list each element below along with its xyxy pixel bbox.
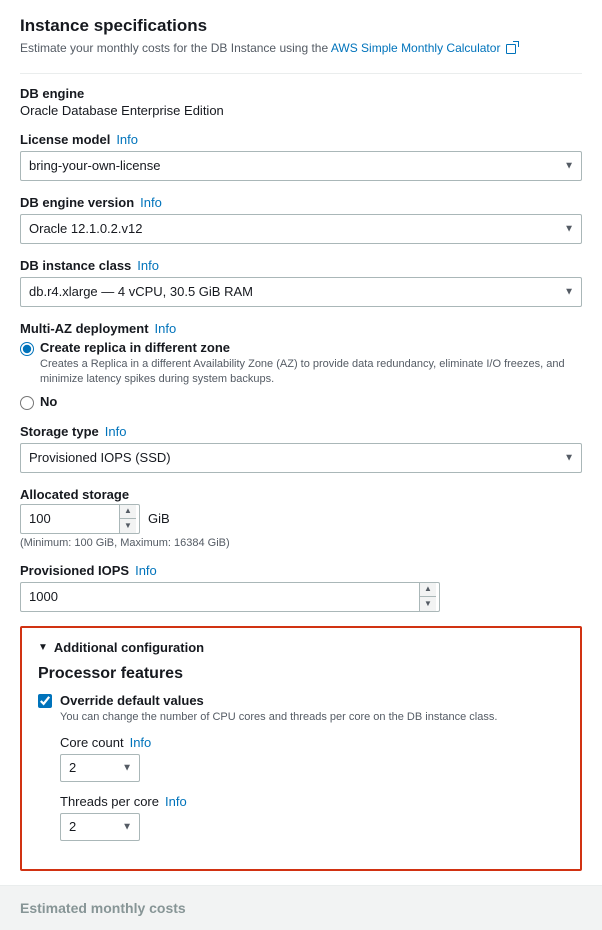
db-engine-label: DB engine	[20, 86, 582, 101]
license-model-label-row: License model Info	[20, 132, 582, 147]
threads-per-core-info[interactable]: Info	[165, 794, 187, 809]
allocated-storage-input[interactable]	[21, 505, 119, 533]
storage-type-select[interactable]: Provisioned IOPS (SSD) General Purpose (…	[20, 443, 582, 473]
override-checkbox-row: Override default values You can change t…	[38, 693, 564, 725]
multi-az-create-replica-label: Create replica in different zone	[40, 340, 582, 355]
storage-type-label: Storage type	[20, 424, 99, 439]
db-engine-version-label: DB engine version	[20, 195, 134, 210]
provisioned-iops-label: Provisioned IOPS	[20, 563, 129, 578]
multi-az-no-content: No	[40, 394, 57, 409]
allocated-storage-unit: GiB	[148, 511, 170, 526]
core-count-select-wrapper: 1 2 4 8 ▼	[60, 754, 140, 782]
page-title: Instance specifications	[20, 16, 582, 36]
db-engine-version-select-wrapper: Oracle 12.1.0.2.v12 Oracle 12.1.0.2.v11 …	[20, 214, 582, 244]
allocated-storage-increment[interactable]: ▲	[120, 505, 136, 519]
core-count-info[interactable]: Info	[130, 735, 152, 750]
multi-az-create-replica-item: Create replica in different zone Creates…	[20, 340, 582, 388]
multi-az-group: Multi-AZ deployment Info Create replica …	[20, 321, 582, 410]
estimated-monthly-section: Estimated monthly costs	[0, 885, 602, 930]
multi-az-no-item: No	[20, 394, 582, 410]
storage-type-label-row: Storage type Info	[20, 424, 582, 439]
multi-az-create-replica-radio[interactable]	[20, 342, 34, 356]
multi-az-no-label: No	[40, 394, 57, 409]
processor-fields: Core count Info 1 2 4 8 ▼	[60, 735, 564, 841]
db-instance-class-select-wrapper: db.r4.xlarge — 4 vCPU, 30.5 GiB RAM ▼	[20, 277, 582, 307]
provisioned-iops-group: Provisioned IOPS Info ▲ ▼	[20, 563, 582, 612]
page-container: Instance specifications Estimate your mo…	[0, 0, 602, 930]
allocated-storage-decrement[interactable]: ▼	[120, 518, 136, 533]
core-count-label-row: Core count Info	[60, 735, 564, 750]
override-checkbox-content: Override default values You can change t…	[60, 693, 497, 725]
section-header: Instance specifications Estimate your mo…	[20, 16, 582, 57]
core-count-label: Core count	[60, 735, 124, 750]
db-instance-class-info[interactable]: Info	[137, 258, 159, 273]
additional-config-header[interactable]: ▼ Additional configuration	[38, 640, 564, 655]
db-engine-version-select[interactable]: Oracle 12.1.0.2.v12 Oracle 12.1.0.2.v11	[20, 214, 582, 244]
storage-type-group: Storage type Info Provisioned IOPS (SSD)…	[20, 424, 582, 473]
provisioned-iops-label-row: Provisioned IOPS Info	[20, 563, 582, 578]
db-engine-value: Oracle Database Enterprise Edition	[20, 103, 582, 118]
db-engine-version-group: DB engine version Info Oracle 12.1.0.2.v…	[20, 195, 582, 244]
collapse-icon: ▼	[38, 642, 48, 653]
override-checkbox[interactable]	[38, 694, 52, 708]
license-model-select[interactable]: bring-your-own-license license-included	[20, 151, 582, 181]
db-engine-version-info[interactable]: Info	[140, 195, 162, 210]
license-model-select-wrapper: bring-your-own-license license-included …	[20, 151, 582, 181]
storage-type-select-wrapper: Provisioned IOPS (SSD) General Purpose (…	[20, 443, 582, 473]
external-link-icon	[506, 44, 516, 54]
provisioned-iops-spinners: ▲ ▼	[419, 583, 436, 611]
page-description: Estimate your monthly costs for the DB I…	[20, 40, 582, 57]
license-model-label: License model	[20, 132, 110, 147]
threads-per-core-label: Threads per core	[60, 794, 159, 809]
override-checkbox-label: Override default values	[60, 693, 497, 708]
estimated-monthly-title: Estimated monthly costs	[20, 900, 582, 916]
threads-per-core-select-wrapper: 1 2 ▼	[60, 813, 140, 841]
core-count-select[interactable]: 1 2 4 8	[60, 754, 140, 782]
allocated-storage-spinners: ▲ ▼	[119, 505, 136, 533]
db-instance-class-label: DB instance class	[20, 258, 131, 273]
multi-az-label: Multi-AZ deployment	[20, 321, 149, 336]
storage-type-info[interactable]: Info	[105, 424, 127, 439]
db-instance-class-group: DB instance class Info db.r4.xlarge — 4 …	[20, 258, 582, 307]
provisioned-iops-decrement[interactable]: ▼	[420, 596, 436, 611]
multi-az-create-replica-desc: Creates a Replica in a different Availab…	[40, 357, 582, 388]
divider-1	[20, 73, 582, 74]
threads-per-core-field: Threads per core Info 1 2 ▼	[60, 794, 564, 841]
multi-az-no-radio[interactable]	[20, 396, 34, 410]
threads-per-core-select[interactable]: 1 2	[60, 813, 140, 841]
calculator-link[interactable]: AWS Simple Monthly Calculator	[331, 41, 516, 55]
db-instance-class-label-row: DB instance class Info	[20, 258, 582, 273]
db-engine-version-label-row: DB engine version Info	[20, 195, 582, 210]
provisioned-iops-increment[interactable]: ▲	[420, 583, 436, 597]
provisioned-iops-info[interactable]: Info	[135, 563, 157, 578]
core-count-field: Core count Info 1 2 4 8 ▼	[60, 735, 564, 782]
main-section: Instance specifications Estimate your mo…	[0, 0, 602, 871]
allocated-storage-hint: (Minimum: 100 GiB, Maximum: 16384 GiB)	[20, 537, 582, 549]
additional-config-section: ▼ Additional configuration Processor fea…	[20, 626, 582, 871]
license-model-group: License model Info bring-your-own-licens…	[20, 132, 582, 181]
override-checkbox-desc: You can change the number of CPU cores a…	[60, 710, 497, 725]
threads-per-core-label-row: Threads per core Info	[60, 794, 564, 809]
provisioned-iops-input[interactable]	[21, 583, 419, 611]
db-engine-group: DB engine Oracle Database Enterprise Edi…	[20, 86, 582, 118]
multi-az-info[interactable]: Info	[155, 321, 177, 336]
allocated-storage-group: Allocated storage ▲ ▼ GiB (Minimum: 100 …	[20, 487, 582, 549]
allocated-storage-input-row: ▲ ▼ GiB	[20, 504, 582, 534]
allocated-storage-input-wrapper: ▲ ▼	[20, 504, 140, 534]
multi-az-label-row: Multi-AZ deployment Info	[20, 321, 582, 336]
processor-features-title: Processor features	[38, 665, 564, 683]
additional-config-title: Additional configuration	[54, 640, 204, 655]
license-model-info[interactable]: Info	[116, 132, 138, 147]
allocated-storage-label: Allocated storage	[20, 487, 582, 502]
provisioned-iops-input-wrapper: ▲ ▼	[20, 582, 440, 612]
multi-az-radio-group: Create replica in different zone Creates…	[20, 340, 582, 410]
multi-az-create-replica-content: Create replica in different zone Creates…	[40, 340, 582, 388]
db-instance-class-select[interactable]: db.r4.xlarge — 4 vCPU, 30.5 GiB RAM	[20, 277, 582, 307]
